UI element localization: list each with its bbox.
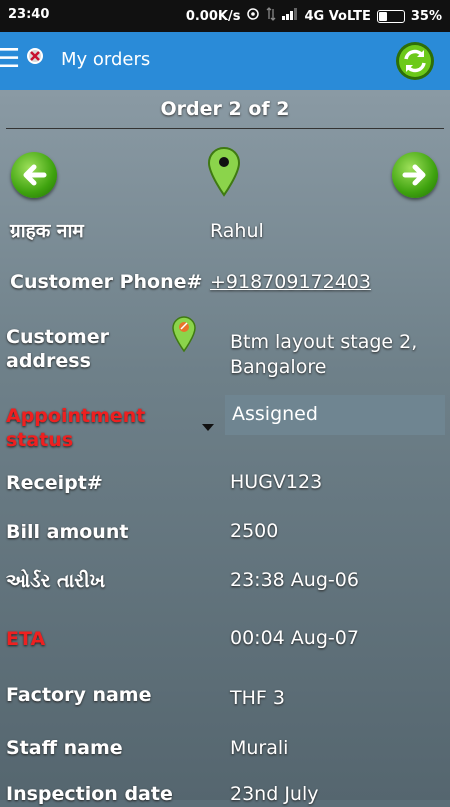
customer-address-value: Btm layout stage 2, Bangalore [230, 331, 418, 378]
staff-name-value: Murali [230, 737, 289, 759]
battery-fill [378, 11, 387, 21]
data-arrows-icon [266, 7, 276, 25]
arrow-right-icon [402, 164, 426, 186]
customer-name-value: Rahul [210, 220, 264, 242]
order-date-value: 23:38 Aug-06 [230, 569, 359, 591]
factory-name-value: THF 3 [230, 687, 285, 709]
status-right: 0.00K/s 4G VoLTE 35% [186, 7, 442, 25]
appointment-status-select[interactable]: Assigned [225, 395, 445, 435]
battery-percent: 35% [410, 8, 442, 24]
app-toolbar: ☰ My orders [0, 32, 450, 90]
bill-amount-value: 2500 [230, 520, 279, 542]
factory-name-label: Factory name [6, 684, 152, 706]
app-logo-icon [22, 43, 48, 69]
network-type: 4G VoLTE [304, 8, 371, 24]
order-detail-panel: Order 2 of 2 ग्राहक नाम Rahul Customer P… [0, 90, 450, 805]
staff-name-label: Staff name [6, 737, 123, 759]
header-divider [6, 128, 444, 129]
next-order-button[interactable] [392, 152, 438, 198]
map-pin-icon[interactable] [206, 146, 242, 198]
customer-name-label: ग्राहक नाम [10, 220, 84, 242]
appointment-status-value: Assigned [232, 403, 318, 425]
hotspot-icon [246, 7, 260, 25]
network-speed: 0.00K/s [185, 8, 241, 24]
arrow-left-icon [23, 164, 47, 186]
receipt-label: Receipt# [6, 472, 103, 494]
address-map-pin-icon[interactable] [171, 315, 197, 353]
customer-address-label: Customer address [6, 326, 109, 372]
order-date-label: ઓર્ડર તારીખ [6, 570, 106, 592]
order-counter: Order 2 of 2 [160, 98, 290, 120]
hamburger-menu-icon[interactable]: ☰ [0, 46, 20, 72]
eta-label: ETA [6, 628, 46, 650]
status-time: 23:40 [8, 7, 50, 22]
eta-value: 00:04 Aug-07 [230, 627, 359, 649]
toolbar-title: My orders [61, 49, 151, 70]
status-bar: 23:40 0.00K/s 4G VoLTE 35% [0, 0, 450, 32]
bill-amount-label: Bill amount [6, 521, 129, 543]
receipt-value: HUGV123 [230, 471, 323, 493]
appointment-status-label: Appointment status [6, 405, 146, 451]
signal-icon [282, 8, 298, 24]
chevron-down-icon[interactable] [202, 424, 214, 431]
inspection-date-label: Inspection date [6, 783, 173, 805]
previous-order-button[interactable] [11, 152, 57, 198]
refresh-icon[interactable] [395, 41, 435, 81]
battery-icon [376, 9, 405, 23]
customer-phone-label: Customer Phone# [10, 271, 203, 293]
customer-phone-link[interactable]: +918709172403 [210, 270, 371, 295]
inspection-date-value: 23nd July [230, 783, 319, 805]
